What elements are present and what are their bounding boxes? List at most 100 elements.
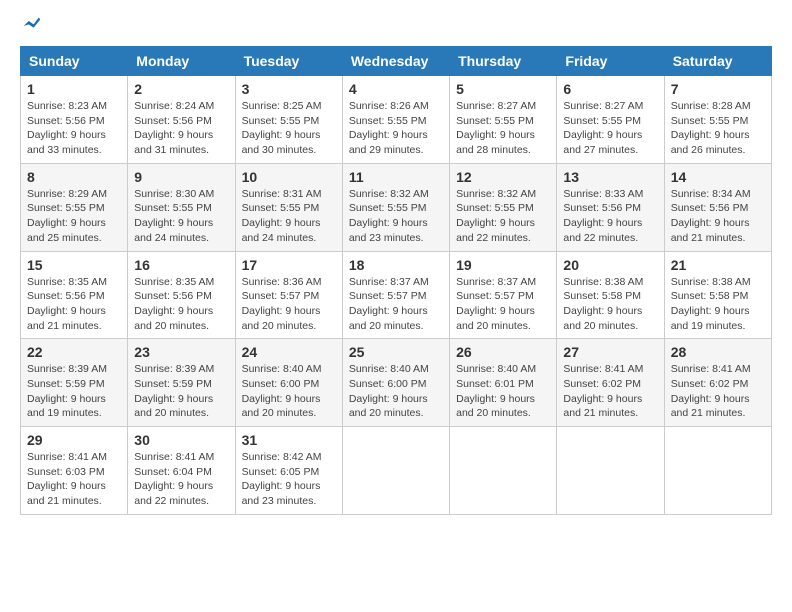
day-number: 21 [671, 257, 765, 273]
day-info: Sunrise: 8:30 AMSunset: 5:55 PMDaylight:… [134, 187, 228, 246]
day-info: Sunrise: 8:33 AMSunset: 5:56 PMDaylight:… [563, 187, 657, 246]
calendar-day-header: Friday [557, 47, 664, 76]
calendar-cell: 3 Sunrise: 8:25 AMSunset: 5:55 PMDaylight… [235, 76, 342, 164]
calendar-cell: 1 Sunrise: 8:23 AMSunset: 5:56 PMDaylight… [21, 76, 128, 164]
calendar-day-header: Tuesday [235, 47, 342, 76]
day-number: 3 [242, 81, 336, 97]
calendar-header-row: SundayMondayTuesdayWednesdayThursdayFrid… [21, 47, 772, 76]
day-info: Sunrise: 8:23 AMSunset: 5:56 PMDaylight:… [27, 99, 121, 158]
calendar-cell: 2 Sunrise: 8:24 AMSunset: 5:56 PMDaylight… [128, 76, 235, 164]
calendar-week-row: 15 Sunrise: 8:35 AMSunset: 5:56 PMDayligh… [21, 251, 772, 339]
calendar-cell: 11 Sunrise: 8:32 AMSunset: 5:55 PMDayligh… [342, 163, 449, 251]
logo-icon [22, 16, 42, 36]
day-info: Sunrise: 8:34 AMSunset: 5:56 PMDaylight:… [671, 187, 765, 246]
day-number: 20 [563, 257, 657, 273]
day-info: Sunrise: 8:25 AMSunset: 5:55 PMDaylight:… [242, 99, 336, 158]
calendar-cell: 14 Sunrise: 8:34 AMSunset: 5:56 PMDayligh… [664, 163, 771, 251]
day-number: 25 [349, 344, 443, 360]
calendar-cell [450, 427, 557, 515]
calendar-cell: 16 Sunrise: 8:35 AMSunset: 5:56 PMDayligh… [128, 251, 235, 339]
day-info: Sunrise: 8:27 AMSunset: 5:55 PMDaylight:… [456, 99, 550, 158]
day-info: Sunrise: 8:31 AMSunset: 5:55 PMDaylight:… [242, 187, 336, 246]
day-info: Sunrise: 8:32 AMSunset: 5:55 PMDaylight:… [456, 187, 550, 246]
day-number: 4 [349, 81, 443, 97]
day-number: 5 [456, 81, 550, 97]
calendar-day-header: Sunday [21, 47, 128, 76]
calendar-cell: 10 Sunrise: 8:31 AMSunset: 5:55 PMDayligh… [235, 163, 342, 251]
calendar-cell [342, 427, 449, 515]
calendar-cell: 26Sunrise: 8:40 AMSunset: 6:01 PMDayligh… [450, 339, 557, 427]
logo [20, 20, 42, 36]
calendar-cell: 30 Sunrise: 8:41 AMSunset: 6:04 PMDayligh… [128, 427, 235, 515]
day-number: 1 [27, 81, 121, 97]
day-info: Sunrise: 8:42 AMSunset: 6:05 PMDaylight:… [242, 450, 336, 509]
calendar-day-header: Wednesday [342, 47, 449, 76]
day-number: 13 [563, 169, 657, 185]
day-info: Sunrise: 8:37 AMSunset: 5:57 PMDaylight:… [349, 275, 443, 334]
calendar-cell: 28 Sunrise: 8:41 AMSunset: 6:02 PMDayligh… [664, 339, 771, 427]
day-info: Sunrise: 8:35 AMSunset: 5:56 PMDaylight:… [134, 275, 228, 334]
day-number: 22 [27, 344, 121, 360]
calendar-cell: 25Sunrise: 8:40 AMSunset: 6:00 PMDayligh… [342, 339, 449, 427]
calendar-week-row: 1 Sunrise: 8:23 AMSunset: 5:56 PMDaylight… [21, 76, 772, 164]
day-info: Sunrise: 8:40 AMSunset: 6:01 PMDaylight:… [456, 362, 550, 421]
calendar-cell: 13 Sunrise: 8:33 AMSunset: 5:56 PMDayligh… [557, 163, 664, 251]
day-number: 18 [349, 257, 443, 273]
day-number: 14 [671, 169, 765, 185]
day-info: Sunrise: 8:39 AMSunset: 5:59 PMDaylight:… [134, 362, 228, 421]
calendar-cell: 24Sunrise: 8:40 AMSunset: 6:00 PMDayligh… [235, 339, 342, 427]
day-info: Sunrise: 8:32 AMSunset: 5:55 PMDaylight:… [349, 187, 443, 246]
page-header [20, 20, 772, 36]
day-number: 9 [134, 169, 228, 185]
calendar-cell: 9 Sunrise: 8:30 AMSunset: 5:55 PMDaylight… [128, 163, 235, 251]
day-number: 15 [27, 257, 121, 273]
calendar-cell: 20 Sunrise: 8:38 AMSunset: 5:58 PMDayligh… [557, 251, 664, 339]
day-info: Sunrise: 8:38 AMSunset: 5:58 PMDaylight:… [563, 275, 657, 334]
calendar-week-row: 22 Sunrise: 8:39 AMSunset: 5:59 PMDayligh… [21, 339, 772, 427]
calendar-cell: 15 Sunrise: 8:35 AMSunset: 5:56 PMDayligh… [21, 251, 128, 339]
day-number: 8 [27, 169, 121, 185]
day-number: 16 [134, 257, 228, 273]
day-number: 12 [456, 169, 550, 185]
day-info: Sunrise: 8:38 AMSunset: 5:58 PMDaylight:… [671, 275, 765, 334]
day-info: Sunrise: 8:29 AMSunset: 5:55 PMDaylight:… [27, 187, 121, 246]
calendar-cell: 4 Sunrise: 8:26 AMSunset: 5:55 PMDaylight… [342, 76, 449, 164]
calendar-cell [664, 427, 771, 515]
calendar-day-header: Monday [128, 47, 235, 76]
day-info: Sunrise: 8:41 AMSunset: 6:03 PMDaylight:… [27, 450, 121, 509]
day-number: 7 [671, 81, 765, 97]
calendar-cell: 22 Sunrise: 8:39 AMSunset: 5:59 PMDayligh… [21, 339, 128, 427]
day-info: Sunrise: 8:39 AMSunset: 5:59 PMDaylight:… [27, 362, 121, 421]
calendar-cell: 5 Sunrise: 8:27 AMSunset: 5:55 PMDaylight… [450, 76, 557, 164]
day-number: 30 [134, 432, 228, 448]
day-info: Sunrise: 8:35 AMSunset: 5:56 PMDaylight:… [27, 275, 121, 334]
day-number: 17 [242, 257, 336, 273]
calendar-cell: 8 Sunrise: 8:29 AMSunset: 5:55 PMDaylight… [21, 163, 128, 251]
calendar-cell: 27Sunrise: 8:41 AMSunset: 6:02 PMDayligh… [557, 339, 664, 427]
day-info: Sunrise: 8:24 AMSunset: 5:56 PMDaylight:… [134, 99, 228, 158]
day-number: 19 [456, 257, 550, 273]
day-number: 2 [134, 81, 228, 97]
day-info: Sunrise: 8:41 AMSunset: 6:02 PMDaylight:… [671, 362, 765, 421]
calendar-cell: 21 Sunrise: 8:38 AMSunset: 5:58 PMDayligh… [664, 251, 771, 339]
day-number: 10 [242, 169, 336, 185]
calendar-cell: 17Sunrise: 8:36 AMSunset: 5:57 PMDayligh… [235, 251, 342, 339]
calendar-cell: 31Sunrise: 8:42 AMSunset: 6:05 PMDayligh… [235, 427, 342, 515]
calendar-table: SundayMondayTuesdayWednesdayThursdayFrid… [20, 46, 772, 515]
day-info: Sunrise: 8:27 AMSunset: 5:55 PMDaylight:… [563, 99, 657, 158]
day-info: Sunrise: 8:26 AMSunset: 5:55 PMDaylight:… [349, 99, 443, 158]
calendar-day-header: Thursday [450, 47, 557, 76]
day-number: 28 [671, 344, 765, 360]
calendar-cell: 12 Sunrise: 8:32 AMSunset: 5:55 PMDayligh… [450, 163, 557, 251]
day-number: 11 [349, 169, 443, 185]
day-number: 23 [134, 344, 228, 360]
calendar-week-row: 29Sunrise: 8:41 AMSunset: 6:03 PMDayligh… [21, 427, 772, 515]
day-info: Sunrise: 8:41 AMSunset: 6:04 PMDaylight:… [134, 450, 228, 509]
calendar-cell: 6Sunrise: 8:27 AMSunset: 5:55 PMDaylight… [557, 76, 664, 164]
calendar-cell: 18 Sunrise: 8:37 AMSunset: 5:57 PMDayligh… [342, 251, 449, 339]
day-info: Sunrise: 8:40 AMSunset: 6:00 PMDaylight:… [242, 362, 336, 421]
calendar-cell: 7Sunrise: 8:28 AMSunset: 5:55 PMDaylight… [664, 76, 771, 164]
calendar-cell: 29Sunrise: 8:41 AMSunset: 6:03 PMDayligh… [21, 427, 128, 515]
calendar-cell: 23 Sunrise: 8:39 AMSunset: 5:59 PMDayligh… [128, 339, 235, 427]
day-info: Sunrise: 8:41 AMSunset: 6:02 PMDaylight:… [563, 362, 657, 421]
